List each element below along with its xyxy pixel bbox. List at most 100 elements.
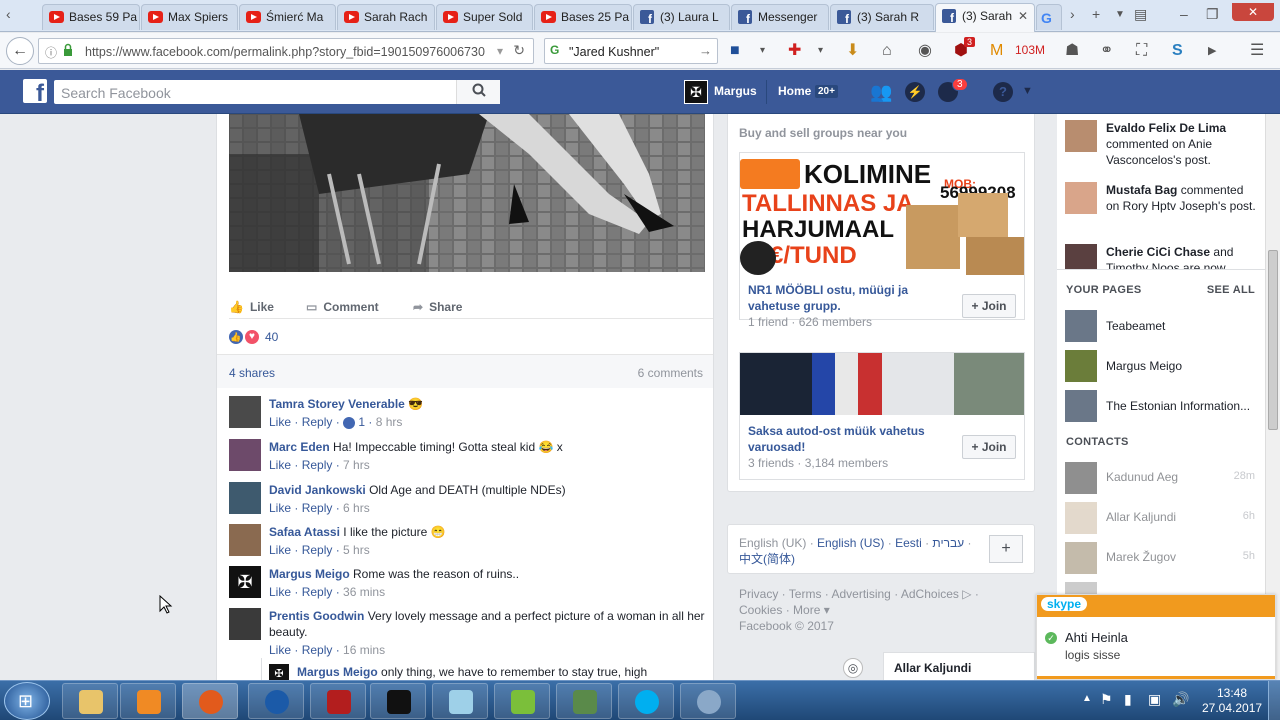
browser-tab[interactable]: Super Sold — [436, 4, 533, 30]
browser-tab[interactable]: (3) Laura L — [633, 4, 730, 30]
comment-reply[interactable]: Reply — [302, 415, 333, 429]
youtube-addon-icon[interactable]: ▶ — [1208, 42, 1216, 60]
globe-icon[interactable]: ◎ — [843, 658, 863, 678]
window-close-button[interactable]: ✕ — [1232, 3, 1274, 21]
account-menu-icon[interactable]: ▼ — [1022, 85, 1033, 97]
join-button[interactable]: + Join — [962, 435, 1016, 459]
help-icon[interactable]: ? — [993, 82, 1013, 102]
shares-link[interactable]: 4 shares — [229, 366, 275, 380]
language-link[interactable]: Eesti — [895, 536, 922, 550]
comment-time[interactable]: 7 hrs — [343, 458, 370, 472]
restore-icon[interactable]: ❐ — [1206, 6, 1219, 23]
browser-tab-active[interactable]: (3) Sarah✕ — [935, 3, 1035, 32]
language-link[interactable]: עברית — [932, 536, 964, 550]
facebook-logo[interactable]: f — [23, 79, 47, 103]
messenger-icon[interactable]: ⚡ — [905, 82, 925, 102]
page-item[interactable]: The Estonian Information... — [1065, 390, 1261, 422]
contact-item[interactable]: Marek Žugov 5h — [1065, 542, 1255, 574]
browser-tab[interactable]: Messenger — [731, 4, 829, 30]
language-link[interactable]: English (US) — [817, 536, 884, 550]
glasses-icon[interactable]: ⚭ — [1100, 42, 1113, 60]
network-taskbar-button[interactable] — [556, 683, 612, 719]
comment-like[interactable]: Like — [269, 543, 291, 557]
reload-icon[interactable]: ↻ — [513, 42, 525, 59]
comment-reply[interactable]: Reply — [302, 501, 333, 515]
browser-search-box[interactable]: G "Jared Kushner" → — [544, 38, 718, 64]
more-dropdown-icon[interactable]: ▾ — [824, 603, 830, 617]
group-title[interactable]: NR1 MÖÖBLI ostu, müügi ja vahetuse grupp… — [748, 282, 958, 314]
avatar[interactable]: ✠ — [229, 566, 261, 598]
dropdown-icon[interactable]: ▾ — [760, 42, 765, 60]
avatar[interactable] — [229, 482, 261, 514]
browser-tab[interactable]: Max Spiers — [141, 4, 238, 30]
menu-icon[interactable]: ☰ — [1250, 42, 1264, 60]
comment-button[interactable]: ▭ Comment — [306, 292, 379, 314]
comment-author[interactable]: Margus Meigo — [297, 665, 378, 679]
comment-time[interactable]: 5 hrs — [343, 543, 370, 557]
network-tray-icon[interactable]: ▣ — [1148, 691, 1161, 708]
volume-icon[interactable]: 🔊 — [1172, 691, 1189, 708]
language-link[interactable]: 中文(简体) — [739, 552, 795, 566]
comment-time[interactable]: 8 hrs — [376, 415, 403, 429]
first-aid-icon[interactable]: ✚ — [788, 42, 801, 60]
scrollbar-thumb[interactable] — [1268, 250, 1278, 430]
comment-author[interactable]: Prentis Goodwin — [269, 609, 364, 623]
url-dropdown-icon[interactable]: ▾ — [497, 44, 503, 58]
comment-like[interactable]: Like — [269, 415, 291, 429]
page-item[interactable]: Teabeamet — [1065, 310, 1261, 342]
avatar[interactable] — [229, 439, 261, 471]
home-icon[interactable]: ⌂ — [882, 42, 892, 60]
browser-tab[interactable]: G — [1036, 4, 1062, 30]
footer-link[interactable]: Advertising — [831, 587, 890, 601]
comment-time[interactable]: 36 mins — [343, 585, 385, 599]
browser-tab[interactable]: (3) Sarah R — [830, 4, 934, 30]
group-cover-image[interactable] — [740, 353, 1024, 415]
footer-link[interactable]: Cookies — [739, 603, 782, 617]
new-tab-icon[interactable]: + — [1092, 6, 1100, 22]
filezilla-taskbar-button[interactable] — [310, 683, 366, 719]
group-card[interactable]: Saksa autod-ost müük vahetus varuosad! 3… — [739, 352, 1025, 480]
addon-icon[interactable]: ☗ — [1065, 42, 1079, 60]
info-icon[interactable]: ⓘ — [45, 44, 57, 61]
facebook-search[interactable]: Search Facebook — [54, 80, 500, 104]
comment-like[interactable]: Like — [269, 585, 291, 599]
group-title[interactable]: Saksa autod-ost müük vahetus varuosad! — [748, 423, 958, 455]
shoretel-taskbar-button[interactable] — [248, 683, 304, 719]
memory-icon[interactable]: M — [990, 42, 1003, 60]
profile-link[interactable]: Margus — [714, 84, 757, 98]
ticker-item[interactable]: Evaldo Felix De Lima commented on Anie V… — [1065, 120, 1261, 168]
profile-avatar[interactable]: ✠ — [684, 80, 708, 104]
chat-tab[interactable]: Allar Kaljundi — [883, 652, 1035, 680]
footer-link[interactable]: More — [793, 603, 820, 617]
close-tab-icon[interactable]: ✕ — [1018, 9, 1028, 23]
avatar[interactable] — [229, 608, 261, 640]
comment-author[interactable]: Safaa Atassi — [269, 525, 340, 539]
comment-time[interactable]: 16 mins — [343, 643, 385, 657]
footer-link[interactable]: Privacy — [739, 587, 778, 601]
dropdown-icon[interactable]: ▾ — [818, 42, 823, 60]
contact-item[interactable]: Allar Kaljundi 6h — [1065, 502, 1255, 534]
url-bar[interactable]: ⓘ https://www.facebook.com/permalink.php… — [38, 38, 534, 64]
search-go-icon[interactable]: → — [699, 43, 712, 58]
reactions-count[interactable]: 40 — [265, 330, 278, 344]
screenshot-icon[interactable]: ⛶ — [1136, 42, 1147, 60]
like-button[interactable]: 👍 Like — [229, 292, 274, 314]
battery-icon[interactable]: ▮ — [1124, 691, 1132, 708]
comment-like[interactable]: Like — [269, 643, 291, 657]
share-button[interactable]: ➦ Share — [413, 292, 462, 314]
minimize-icon[interactable]: – — [1180, 6, 1188, 22]
skype-taskbar-button[interactable] — [618, 683, 674, 719]
home-link[interactable]: Home — [778, 84, 811, 98]
comment-reply[interactable]: Reply — [302, 585, 333, 599]
love-reaction-icon[interactable]: ♥ — [245, 330, 259, 344]
avatar[interactable]: ✠ — [269, 664, 289, 680]
comment-reply[interactable]: Reply — [302, 643, 333, 657]
browser-tab[interactable]: Sarah Rach — [337, 4, 435, 30]
group-cover-image[interactable]: KOLIMINE MOB: 56999208 TALLINNAS JA HARJ… — [740, 153, 1024, 275]
friend-requests-icon[interactable]: 👥 — [870, 82, 892, 103]
comment-reply[interactable]: Reply — [302, 458, 333, 472]
comment-reply[interactable]: Reply — [302, 543, 333, 557]
comment-time[interactable]: 6 hrs — [343, 501, 370, 515]
avatar[interactable] — [229, 396, 261, 428]
s-addon-icon[interactable]: S — [1172, 42, 1183, 60]
